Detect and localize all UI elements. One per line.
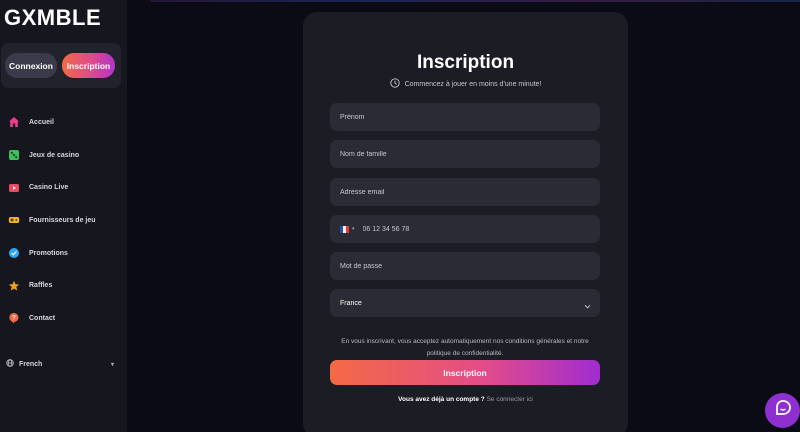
last-name-field (330, 140, 600, 168)
subtitle-text: Commencez à jouer en moins d'une minute! (404, 80, 542, 88)
home-icon (8, 116, 20, 128)
login-prompt: Vous avez déjà un compte ? Se connecter … (303, 396, 628, 403)
page-title: Inscription (416, 52, 515, 73)
globe-icon (6, 359, 14, 369)
france-flag-icon (340, 220, 349, 238)
chevron-down-icon: ▾ (352, 226, 355, 232)
register-button[interactable]: Inscription (62, 53, 115, 78)
first-name-input[interactable] (340, 113, 600, 121)
chevron-down-icon (583, 298, 592, 316)
chat-button[interactable] (765, 393, 800, 428)
sidebar-item-fournisseurs-de-jeu[interactable]: Fournisseurs de jeu (0, 204, 127, 237)
sidebar-item-accueil[interactable]: Accueil (0, 106, 127, 139)
phone-field: ▾ (330, 215, 600, 243)
chevron-down-icon: ▾ (110, 361, 114, 368)
svg-text:?: ? (12, 316, 16, 322)
password-input[interactable] (340, 262, 600, 270)
country-code-dropdown[interactable]: ▾ (340, 220, 355, 238)
sidebar-item-label: Fournisseurs de jeu (29, 216, 96, 224)
email-input[interactable] (340, 188, 600, 196)
email-field (330, 178, 600, 206)
sidebar: GXMBLE Connexion Inscription Accueil Jeu… (0, 0, 127, 432)
sidebar-nav: Accueil Jeux de casino Casino Live Fourn… (0, 106, 127, 335)
top-accent-line (150, 0, 800, 2)
terms-text: En vous inscrivant, vous acceptez automa… (341, 338, 589, 357)
language-label: French (19, 360, 43, 368)
badge-check-icon (8, 247, 20, 259)
star-icon (8, 280, 20, 292)
language-selector[interactable]: French ▾ (6, 359, 114, 369)
login-button[interactable]: Connexion (5, 53, 57, 78)
login-question: Vous avez déjà un compte ? (398, 396, 485, 403)
sidebar-item-label: Accueil (29, 118, 54, 126)
last-name-input[interactable] (340, 150, 600, 158)
help-icon: ? (8, 312, 20, 324)
sidebar-item-contact[interactable]: ? Contact (0, 302, 127, 335)
sidebar-item-casino-live[interactable]: Casino Live (0, 171, 127, 204)
live-tv-icon (8, 182, 20, 194)
sidebar-item-jeux-de-casino[interactable]: Jeux de casino (0, 139, 127, 172)
subtitle: Commencez à jouer en moins d'une minute! (303, 78, 628, 90)
sidebar-item-label: Jeux de casino (29, 151, 80, 159)
sidebar-item-promotions[interactable]: Promotions (0, 237, 127, 270)
dice-icon (8, 149, 20, 161)
phone-input[interactable] (362, 225, 600, 233)
sidebar-item-label: Casino Live (29, 184, 69, 192)
sidebar-item-label: Promotions (29, 249, 68, 257)
password-field (330, 252, 600, 280)
sidebar-item-label: Raffles (29, 282, 53, 290)
country-select[interactable]: France (330, 289, 600, 317)
gamepad-icon (8, 214, 20, 226)
first-name-field (330, 103, 600, 131)
submit-button[interactable]: Inscription (330, 360, 600, 385)
auth-buttons: Connexion Inscription (1, 43, 121, 88)
login-link[interactable]: Se connecter ici (487, 396, 533, 403)
sidebar-item-raffles[interactable]: Raffles (0, 269, 127, 302)
brand-logo[interactable]: GXMBLE (4, 5, 101, 31)
chat-bubble-icon (774, 399, 792, 422)
signup-card: Inscription Commencez à jouer en moins d… (303, 12, 628, 432)
sidebar-item-label: Contact (29, 314, 56, 322)
clock-icon (389, 78, 400, 90)
country-value: France (340, 299, 362, 307)
